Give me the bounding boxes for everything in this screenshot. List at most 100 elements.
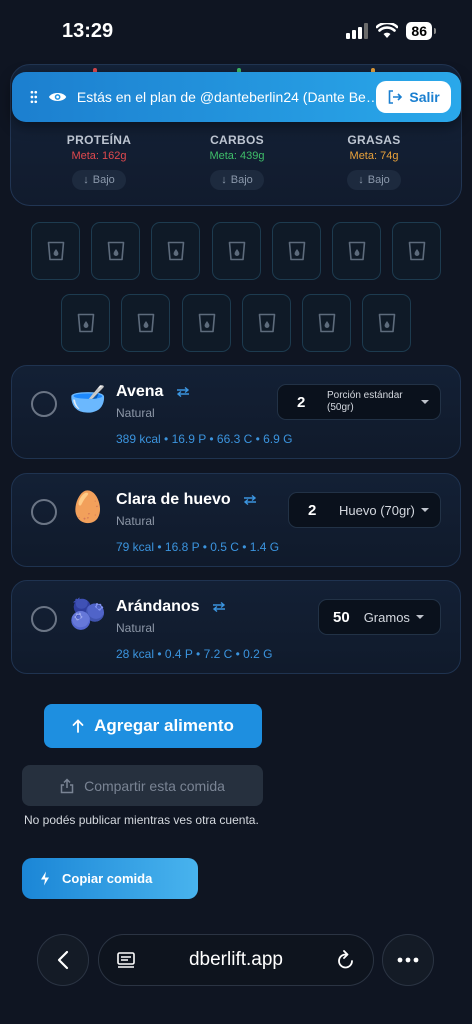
- macro-goal: Meta: 74g: [349, 150, 399, 162]
- water-glass-button[interactable]: [121, 294, 170, 352]
- water-glass-button[interactable]: [91, 222, 140, 280]
- water-glass-icon: [318, 313, 335, 333]
- water-glass-button[interactable]: [302, 294, 351, 352]
- address-bar[interactable]: dberlift.app: [98, 934, 374, 986]
- macro-status-badge: ↓ Bajo: [72, 170, 126, 190]
- food-checkbox[interactable]: [31, 499, 57, 525]
- more-dots-icon: [397, 957, 419, 963]
- cellular-signal-icon: [346, 23, 369, 39]
- swap-icon[interactable]: [212, 601, 226, 612]
- copy-meal-button[interactable]: Copiar comida: [22, 858, 198, 899]
- water-glass-button[interactable]: [212, 222, 261, 280]
- water-glass-button[interactable]: [332, 222, 381, 280]
- food-checkbox[interactable]: [31, 606, 57, 632]
- macro-protein: PROTEÍNA Meta: 162g ↓ Bajo: [39, 133, 159, 190]
- food-checkbox[interactable]: [31, 391, 57, 417]
- exit-plan-label: Salir: [409, 89, 440, 105]
- water-glass-button[interactable]: [362, 294, 411, 352]
- page-menu-icon[interactable]: [117, 951, 135, 969]
- portion-selector[interactable]: 2 Huevo (70gr): [288, 492, 441, 528]
- food-macros: 389 kcal • 16.9 P • 66.3 C • 6.9 G: [116, 432, 293, 446]
- water-glass-button[interactable]: [272, 222, 321, 280]
- macro-name: GRASAS: [347, 133, 401, 147]
- battery-indicator: 86: [406, 22, 436, 40]
- reload-icon[interactable]: [337, 950, 355, 970]
- chevron-left-icon: [57, 950, 69, 970]
- water-glass-icon: [288, 241, 305, 261]
- water-glass-icon: [77, 313, 94, 333]
- food-name: Arándanos: [116, 598, 226, 616]
- food-name: Clara de huevo: [116, 491, 257, 509]
- add-food-button[interactable]: Agregar alimento: [44, 704, 262, 748]
- quantity-value[interactable]: 2: [308, 502, 328, 519]
- share-meal-label: Compartir esta comida: [84, 777, 225, 794]
- water-glass-icon: [228, 241, 245, 261]
- macro-name: PROTEÍNA: [66, 133, 132, 147]
- water-glass-button[interactable]: [242, 294, 291, 352]
- food-type: Natural: [116, 514, 155, 528]
- food-icon: 🫐: [69, 598, 107, 631]
- water-glass-icon: [107, 241, 124, 261]
- macro-goal: Meta: 439g: [209, 150, 265, 162]
- food-card[interactable]: 🫐 Arándanos Natural 28 kcal • 0.4 P • 7.…: [11, 580, 461, 674]
- more-options-button[interactable]: [382, 934, 434, 986]
- food-name-label: Avena: [116, 383, 164, 400]
- share-icon: [60, 777, 74, 793]
- back-button[interactable]: [37, 934, 89, 986]
- add-food-label: Agregar alimento: [94, 716, 234, 735]
- food-icon: 🥣: [69, 383, 107, 416]
- food-type: Natural: [116, 621, 155, 635]
- water-glass-button[interactable]: [392, 222, 441, 280]
- water-glass-icon: [378, 313, 395, 333]
- macro-carbs: CARBOS Meta: 439g ↓ Bajo: [177, 133, 297, 190]
- macro-status-label: Bajo: [367, 174, 390, 186]
- exit-plan-button[interactable]: Salir: [376, 81, 451, 113]
- macro-name: CARBOS: [210, 133, 264, 147]
- quantity-value[interactable]: 2: [297, 394, 317, 411]
- macro-fats: GRASAS Meta: 74g ↓ Bajo: [314, 133, 434, 190]
- status-time: 13:29: [62, 20, 114, 42]
- macro-status-badge: ↓ Bajo: [347, 170, 401, 190]
- arrow-down-icon: ↓: [221, 174, 227, 186]
- food-type: Natural: [116, 406, 155, 420]
- water-glass-icon: [258, 313, 275, 333]
- share-meal-button[interactable]: Compartir esta comida: [22, 765, 263, 806]
- unit-label: Gramos: [363, 609, 410, 625]
- unit-label: Porción estándar (50gr): [327, 390, 403, 413]
- food-macros: 79 kcal • 16.8 P • 0.5 C • 1.4 G: [116, 540, 280, 554]
- water-glass-icon: [167, 241, 184, 261]
- water-glass-button[interactable]: [151, 222, 200, 280]
- water-glass-button[interactable]: [61, 294, 110, 352]
- eye-icon: [48, 93, 66, 101]
- drag-handle-icon[interactable]: [30, 90, 38, 104]
- url-text[interactable]: dberlift.app: [135, 949, 337, 971]
- unit-label: Huevo (70gr): [339, 502, 415, 518]
- swap-icon[interactable]: [243, 494, 257, 505]
- portion-selector[interactable]: 50 Gramos: [318, 599, 441, 635]
- food-macros: 28 kcal • 0.4 P • 7.2 C • 0.2 G: [116, 647, 273, 661]
- swap-icon[interactable]: [176, 386, 190, 397]
- water-glass-icon: [348, 241, 365, 261]
- arrow-down-icon: ↓: [83, 174, 89, 186]
- food-name-label: Arándanos: [116, 598, 200, 615]
- chevron-down-icon: [421, 400, 429, 404]
- macro-status-badge: ↓ Bajo: [210, 170, 264, 190]
- food-name-label: Clara de huevo: [116, 491, 231, 508]
- chevron-down-icon: [420, 508, 429, 512]
- water-glass-icon: [47, 241, 64, 261]
- food-card[interactable]: 🥚 Clara de huevo Natural 79 kcal • 16.8 …: [11, 473, 461, 567]
- viewing-plan-banner: Estás en el plan de @danteberlin24 (Dant…: [12, 72, 461, 122]
- copy-meal-label: Copiar comida: [62, 871, 153, 886]
- macro-status-label: Bajo: [230, 174, 253, 186]
- macro-goal: Meta: 162g: [71, 150, 127, 162]
- water-glass-button[interactable]: [182, 294, 231, 352]
- quantity-value[interactable]: 50: [333, 609, 350, 626]
- food-icon: 🥚: [69, 491, 107, 524]
- lightning-icon: [41, 871, 49, 886]
- water-glass-button[interactable]: [31, 222, 80, 280]
- arrow-down-icon: ↓: [358, 174, 364, 186]
- food-card[interactable]: 🥣 Avena Natural 389 kcal • 16.9 P • 66.3…: [11, 365, 461, 459]
- portion-selector[interactable]: 2 Porción estándar (50gr): [277, 384, 441, 420]
- arrow-up-icon: [72, 719, 84, 733]
- status-icons: 86: [346, 22, 436, 40]
